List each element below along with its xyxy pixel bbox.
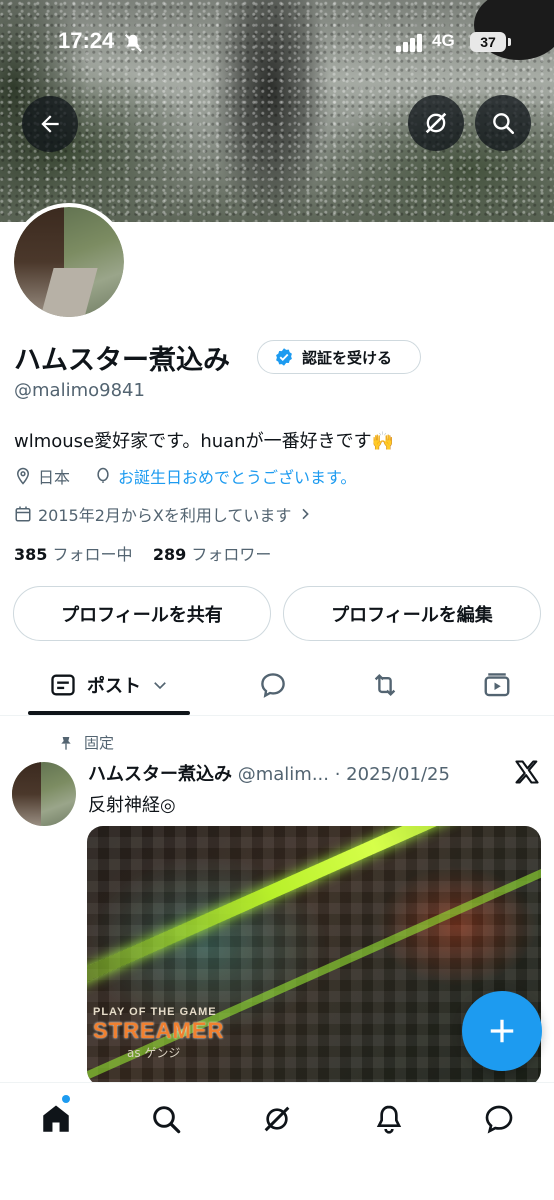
verify-button[interactable]: 認証を受ける bbox=[257, 340, 421, 374]
profile-tabs: ポスト bbox=[0, 656, 554, 716]
joined-row[interactable]: 2015年2月からXを利用しています bbox=[14, 502, 313, 526]
compose-post-button[interactable] bbox=[462, 991, 542, 1071]
follow-stats: 385 フォロー中 289 フォロワー bbox=[14, 541, 271, 565]
messages-icon bbox=[485, 1105, 513, 1134]
following-label: フォロー中 bbox=[52, 545, 133, 564]
grok-icon bbox=[425, 112, 447, 134]
nav-search[interactable] bbox=[146, 1099, 186, 1139]
status-time: 17:24 bbox=[58, 28, 115, 53]
profile-bio: wlmouse愛好家です。huanが一番好きです🙌 bbox=[14, 431, 394, 452]
bell-icon bbox=[376, 1105, 402, 1134]
search-button[interactable] bbox=[475, 95, 531, 151]
followers-count: 289 bbox=[152, 545, 187, 564]
tab-videos[interactable] bbox=[480, 668, 514, 702]
location-text: 日本 bbox=[38, 468, 71, 487]
verified-badge-icon bbox=[276, 348, 292, 366]
post-author-meta: @malim... · 2025/01/25 bbox=[237, 764, 450, 785]
pinned-label: 固定 bbox=[84, 734, 115, 752]
birthday-link[interactable]: お誕生日おめでとうございます。 bbox=[118, 464, 356, 488]
pin-icon bbox=[61, 736, 71, 750]
network-type: 4G bbox=[432, 31, 455, 50]
profile-avatar[interactable] bbox=[10, 203, 128, 321]
share-profile-button[interactable]: プロフィールを共有 bbox=[13, 586, 271, 641]
tab-reposts[interactable] bbox=[368, 668, 402, 702]
joined-text: 2015年2月からXを利用しています bbox=[38, 506, 292, 525]
reply-icon bbox=[261, 673, 285, 698]
plus-icon bbox=[490, 1019, 514, 1043]
profile-handle: @malimo9841 bbox=[14, 380, 145, 401]
home-icon bbox=[43, 1105, 69, 1132]
media-caption-top: PLAY OF THE GAME bbox=[93, 1006, 217, 1018]
post-text: 反射神経◎ bbox=[88, 795, 176, 816]
search-icon bbox=[153, 1106, 181, 1134]
status-bar: 17:24 4G 37 bbox=[0, 22, 554, 62]
back-arrow-icon bbox=[41, 115, 59, 133]
posts-icon bbox=[51, 674, 75, 696]
x-logo-icon bbox=[515, 760, 539, 784]
signal-icon bbox=[396, 34, 422, 52]
profile-name: ハムスター煮込み bbox=[14, 345, 230, 376]
tab-active-indicator bbox=[28, 711, 190, 715]
post-header: ハムスター煮込み @malim... · 2025/01/25 bbox=[88, 760, 488, 786]
repost-icon bbox=[374, 673, 396, 697]
grok-button[interactable] bbox=[408, 95, 464, 151]
tab-posts[interactable]: ポスト bbox=[28, 656, 190, 714]
nav-notifications[interactable] bbox=[369, 1099, 409, 1139]
nav-messages[interactable] bbox=[479, 1099, 519, 1139]
profile-meta-row: 日本 お誕生日おめでとうございます。 bbox=[14, 464, 356, 488]
chevron-right-icon bbox=[302, 508, 310, 520]
nav-home[interactable] bbox=[36, 1099, 76, 1139]
grok-icon bbox=[264, 1106, 290, 1132]
tab-posts-label: ポスト bbox=[87, 676, 141, 697]
location-icon bbox=[16, 467, 30, 485]
tab-replies[interactable] bbox=[256, 668, 290, 702]
following-link[interactable]: 385 フォロー中 bbox=[14, 545, 133, 564]
search-icon bbox=[493, 113, 515, 135]
post-author-name[interactable]: ハムスター煮込み bbox=[88, 764, 232, 785]
post-author-avatar[interactable] bbox=[12, 762, 76, 826]
bell-mute-icon bbox=[124, 34, 142, 52]
bottom-navigation bbox=[0, 1082, 554, 1200]
followers-link[interactable]: 289 フォロワー bbox=[153, 545, 272, 564]
nav-grok[interactable] bbox=[257, 1099, 297, 1139]
battery-cap bbox=[508, 38, 511, 46]
media-caption-sub: as ゲンジ bbox=[127, 1046, 181, 1060]
back-button[interactable] bbox=[22, 96, 78, 152]
calendar-icon bbox=[15, 506, 31, 522]
followers-label: フォロワー bbox=[191, 545, 272, 564]
video-icon bbox=[484, 673, 510, 697]
chevron-down-icon bbox=[154, 682, 166, 690]
media-caption-main: STREAMER bbox=[93, 1018, 225, 1043]
edit-profile-button[interactable]: プロフィールを編集 bbox=[283, 586, 541, 641]
balloon-icon bbox=[97, 467, 109, 483]
verify-button-label: 認証を受ける bbox=[302, 348, 393, 367]
avatar-image bbox=[14, 207, 124, 317]
battery-indicator: 37 bbox=[470, 32, 506, 52]
pinned-indicator: 固定 bbox=[58, 732, 114, 753]
home-notification-dot bbox=[62, 1095, 70, 1103]
following-count: 385 bbox=[14, 545, 48, 564]
